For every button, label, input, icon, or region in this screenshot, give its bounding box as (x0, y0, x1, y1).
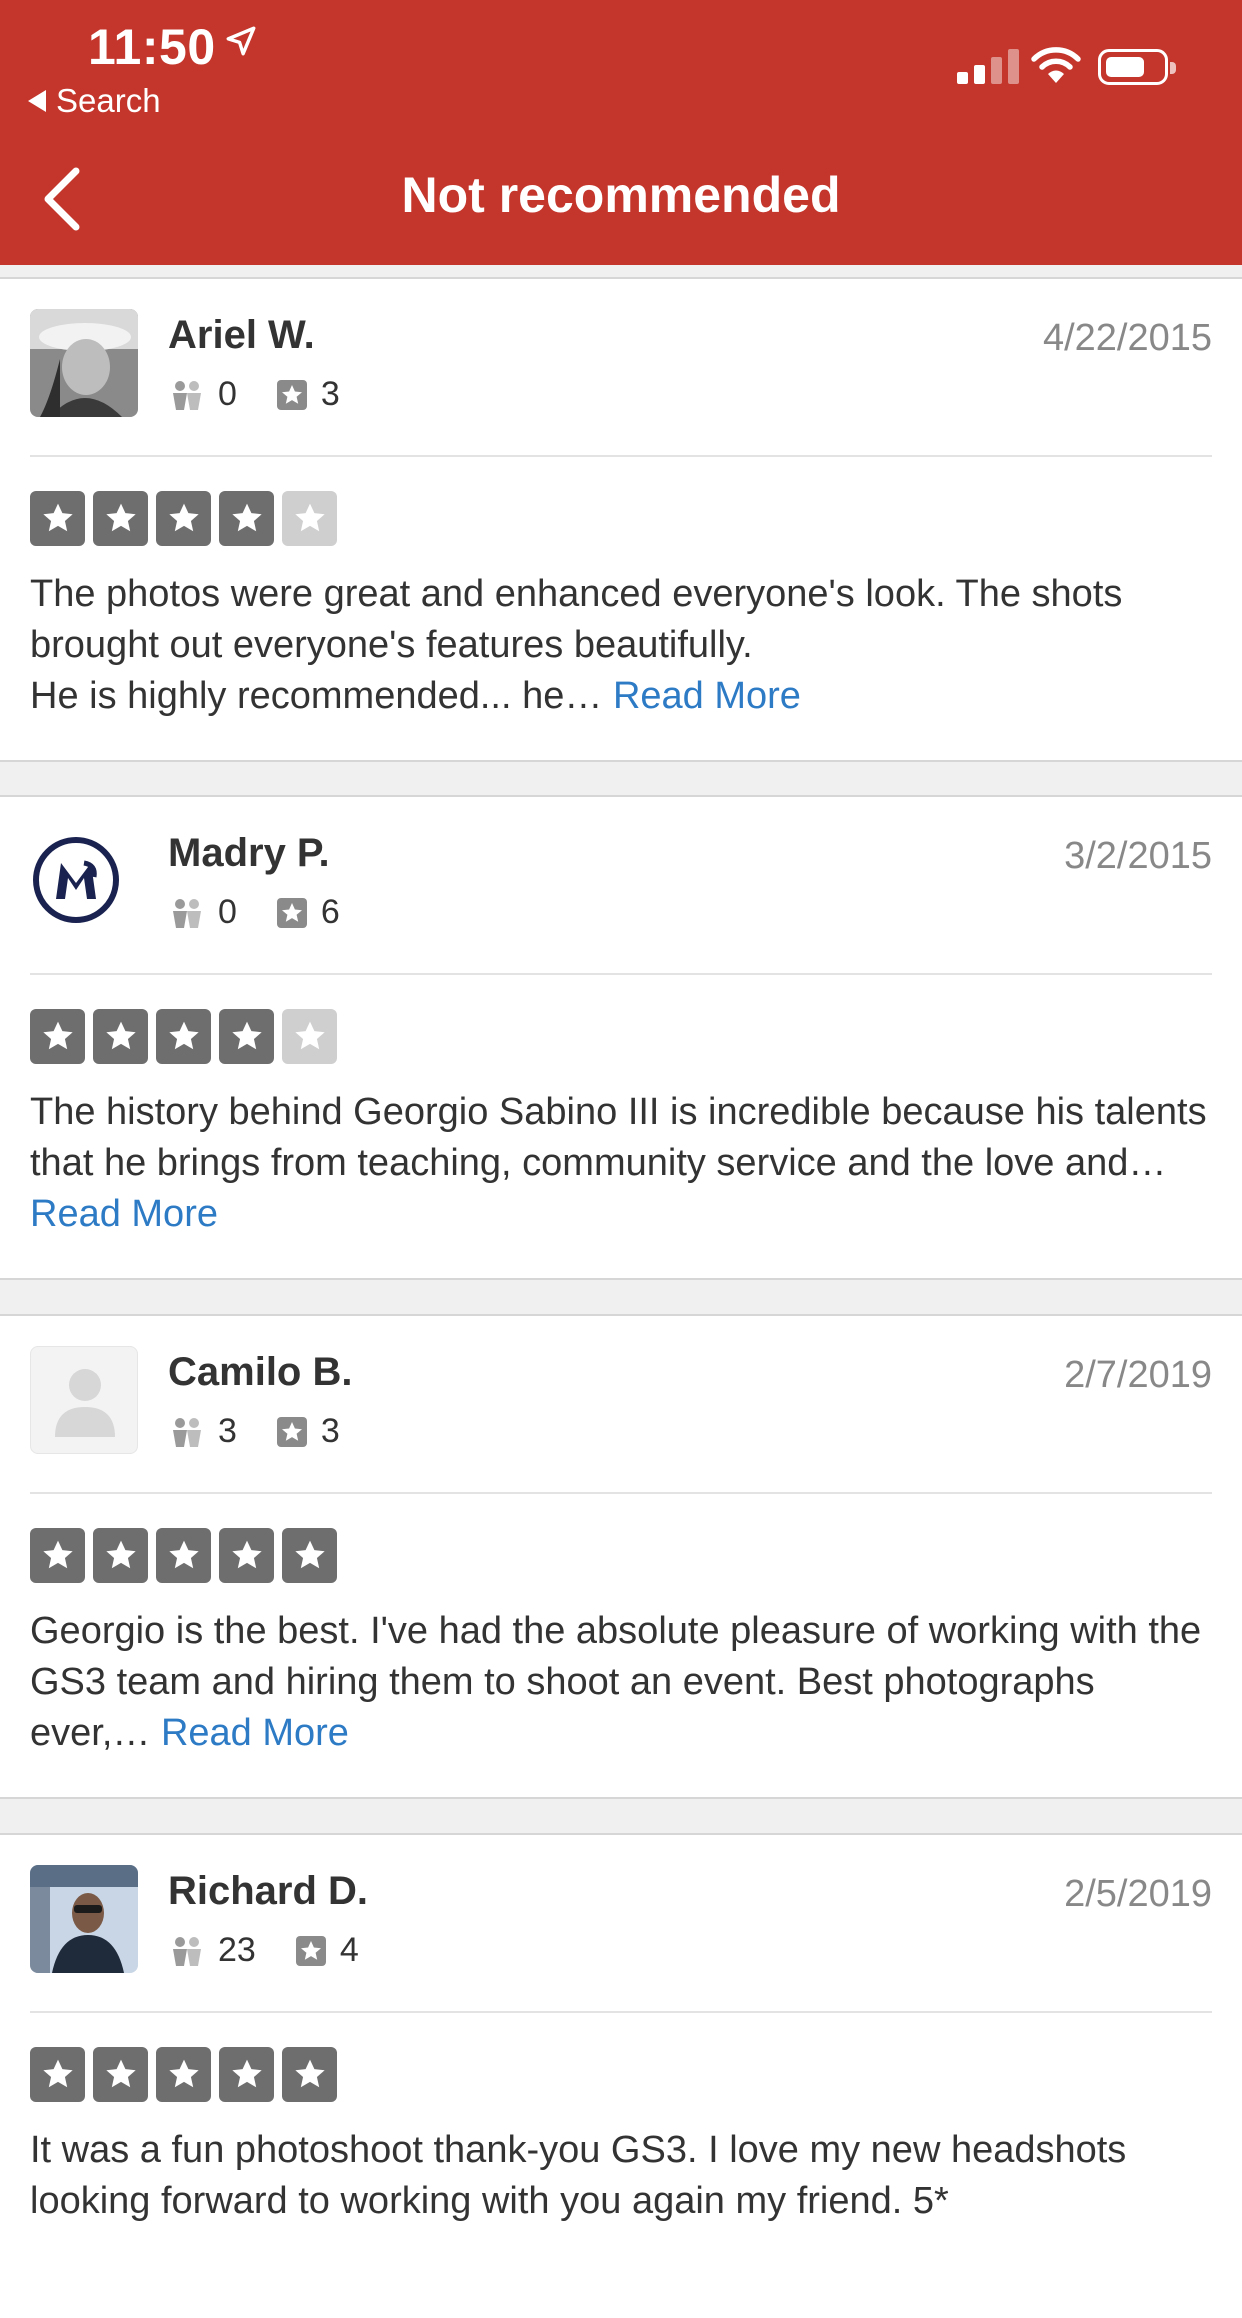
user-photo-image (30, 309, 138, 417)
user-name[interactable]: Richard D. (168, 1869, 368, 1914)
review-body: The history behind Georgio Sabino III is… (30, 1091, 1207, 1184)
star-icon (30, 1009, 85, 1064)
back-to-app-label: Search (56, 82, 161, 119)
review-date: 2/7/2019 (1064, 1354, 1212, 1396)
review-card: Madry P. 0 6 3/2/2015 The history behind… (0, 795, 1242, 1280)
page-title: Not recommended (401, 167, 841, 223)
read-more-link[interactable]: Read More (613, 675, 801, 717)
read-more-link[interactable]: Read More (30, 1193, 218, 1235)
review-text: The history behind Georgio Sabino III is… (30, 1087, 1210, 1240)
friends-icon (173, 380, 201, 410)
star-rating (30, 2047, 337, 2102)
user-stats: 3 3 (170, 1412, 340, 1451)
review-count-star-icon (295, 1935, 326, 1966)
star-rating (30, 1009, 337, 1064)
user-stats: 0 3 (170, 375, 340, 414)
friends-icon (173, 1936, 201, 1966)
star-icon (219, 1528, 274, 1583)
status-time-text: 11:50 (88, 19, 216, 75)
review-card: Camilo B. 3 3 2/7/2019 Georgio is the be… (0, 1314, 1242, 1799)
star-icon (30, 2047, 85, 2102)
star-icon (282, 491, 337, 546)
divider (30, 1492, 1212, 1494)
review-date: 4/22/2015 (1042, 317, 1212, 359)
friends-count: 3 (218, 1412, 237, 1450)
user-name[interactable]: Madry P. (168, 831, 330, 876)
star-rating (30, 491, 337, 546)
cellular-signal-icon (957, 48, 1019, 84)
review-count-star-icon (276, 897, 307, 928)
user-avatar[interactable] (30, 827, 138, 935)
review-text: It was a fun photoshoot thank-you GS3. I… (30, 2125, 1210, 2227)
review-text: Georgio is the best. I've had the absolu… (30, 1606, 1210, 1759)
user-avatar[interactable] (30, 1865, 138, 1973)
wifi-icon (1031, 47, 1081, 83)
friends-icon (173, 898, 201, 928)
friends-count: 0 (218, 375, 237, 413)
star-icon (93, 1528, 148, 1583)
star-icon (282, 1009, 337, 1064)
user-stats: 0 6 (170, 893, 340, 932)
review-date: 3/2/2015 (1064, 835, 1212, 877)
header-bar: 11:50 Search Not recommended (0, 0, 1242, 265)
review-text: The photos were great and enhanced every… (30, 569, 1210, 722)
star-icon (219, 2047, 274, 2102)
user-avatar[interactable] (30, 1346, 138, 1454)
review-count: 3 (320, 375, 340, 413)
star-icon (156, 491, 211, 546)
star-icon (156, 2047, 211, 2102)
user-stats: 23 4 (170, 1931, 359, 1970)
star-icon (156, 1528, 211, 1583)
star-icon (282, 2047, 337, 2102)
star-icon (93, 491, 148, 546)
divider (30, 973, 1212, 975)
user-photo-image (30, 1865, 138, 1973)
back-to-app-link[interactable]: Search (28, 82, 161, 120)
review-count-star-icon (276, 1416, 307, 1447)
default-user-icon (55, 1369, 115, 1437)
user-avatar[interactable] (30, 309, 138, 417)
divider (30, 2011, 1212, 2013)
review-card: Ariel W. 0 3 4/22/2015 The photos were g… (0, 277, 1242, 762)
back-triangle-icon (28, 90, 46, 112)
user-name[interactable]: Ariel W. (168, 313, 315, 358)
star-icon (282, 1528, 337, 1583)
m-logo-image (30, 827, 138, 935)
review-count-star-icon (276, 379, 307, 410)
review-count: 6 (320, 893, 340, 931)
location-arrow-icon (226, 26, 256, 56)
status-time: 11:50 (88, 18, 258, 76)
battery-icon (1098, 49, 1176, 85)
star-icon (93, 1009, 148, 1064)
star-icon (93, 2047, 148, 2102)
star-rating (30, 1528, 337, 1583)
review-count: 4 (339, 1931, 359, 1969)
friends-count: 23 (218, 1931, 256, 1969)
review-card: Richard D. 23 4 2/5/2019 It was a fun ph… (0, 1833, 1242, 2318)
star-icon (30, 491, 85, 546)
review-body: The photos were great and enhanced every… (30, 573, 1123, 717)
read-more-link[interactable]: Read More (161, 1712, 349, 1754)
star-icon (219, 491, 274, 546)
review-count: 3 (320, 1412, 340, 1450)
friends-count: 0 (218, 893, 237, 931)
divider (30, 455, 1212, 457)
star-icon (219, 1009, 274, 1064)
star-icon (30, 1528, 85, 1583)
review-body: It was a fun photoshoot thank-you GS3. I… (30, 2129, 1127, 2222)
user-name[interactable]: Camilo B. (168, 1350, 352, 1395)
friends-icon (173, 1417, 201, 1447)
review-date: 2/5/2019 (1064, 1873, 1212, 1915)
star-icon (156, 1009, 211, 1064)
